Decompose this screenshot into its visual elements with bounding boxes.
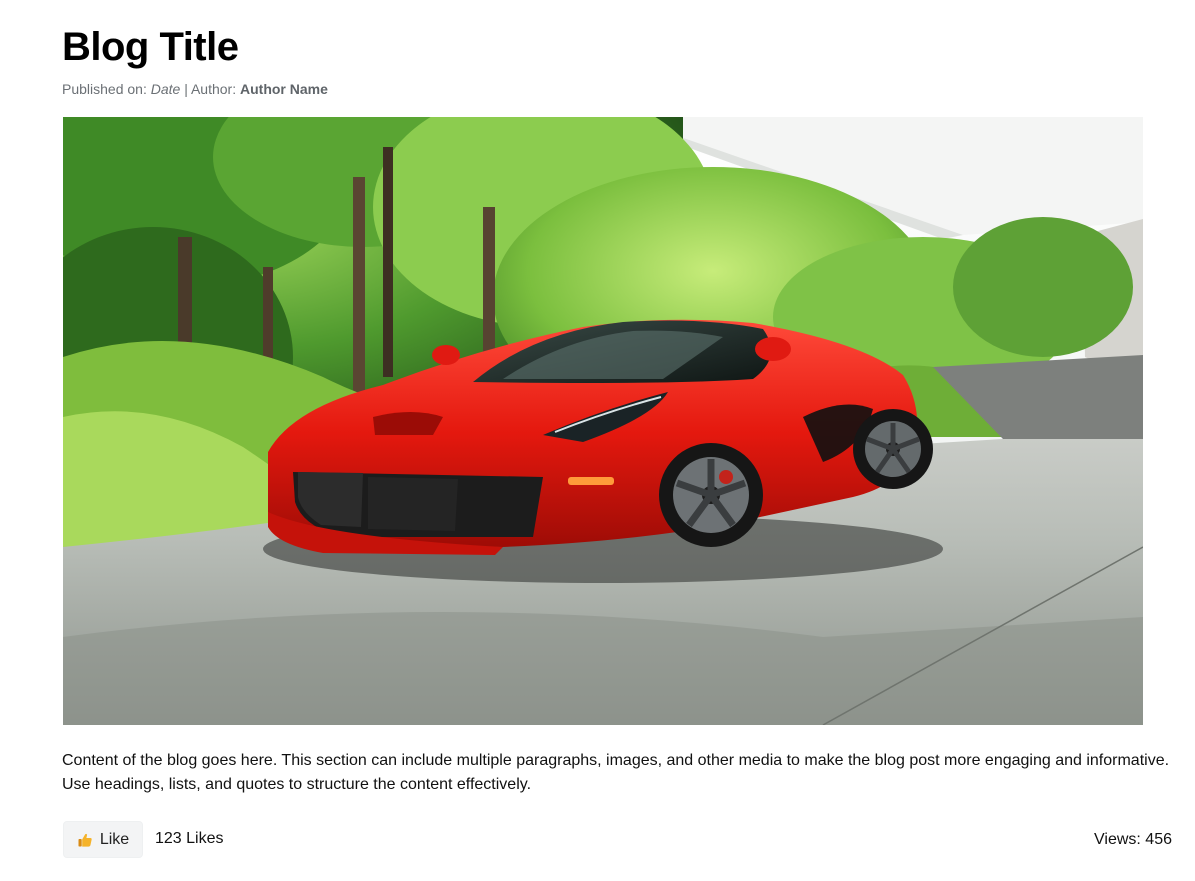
meta-separator: | xyxy=(184,81,188,97)
likes-count: 123 Likes xyxy=(155,830,224,847)
author-name: Author Name xyxy=(240,81,328,97)
post-title: Blog Title xyxy=(62,25,239,69)
published-label: Published on: xyxy=(62,81,147,97)
post-meta: Published on: Date | Author: Author Name xyxy=(62,80,328,98)
blog-post-page: Blog Title Published on: Date | Author: … xyxy=(0,0,1195,881)
like-button[interactable]: Like xyxy=(63,821,143,858)
post-content: Content of the blog goes here. This sect… xyxy=(62,752,1170,793)
author-label: Author: xyxy=(190,81,237,97)
car-photo xyxy=(63,117,1143,725)
thumbs-up-icon xyxy=(77,832,93,848)
views-count: Views: 456 xyxy=(1094,831,1172,848)
hero-image xyxy=(63,117,1143,725)
like-label: Like xyxy=(99,830,130,848)
post-date: Date xyxy=(150,81,181,97)
